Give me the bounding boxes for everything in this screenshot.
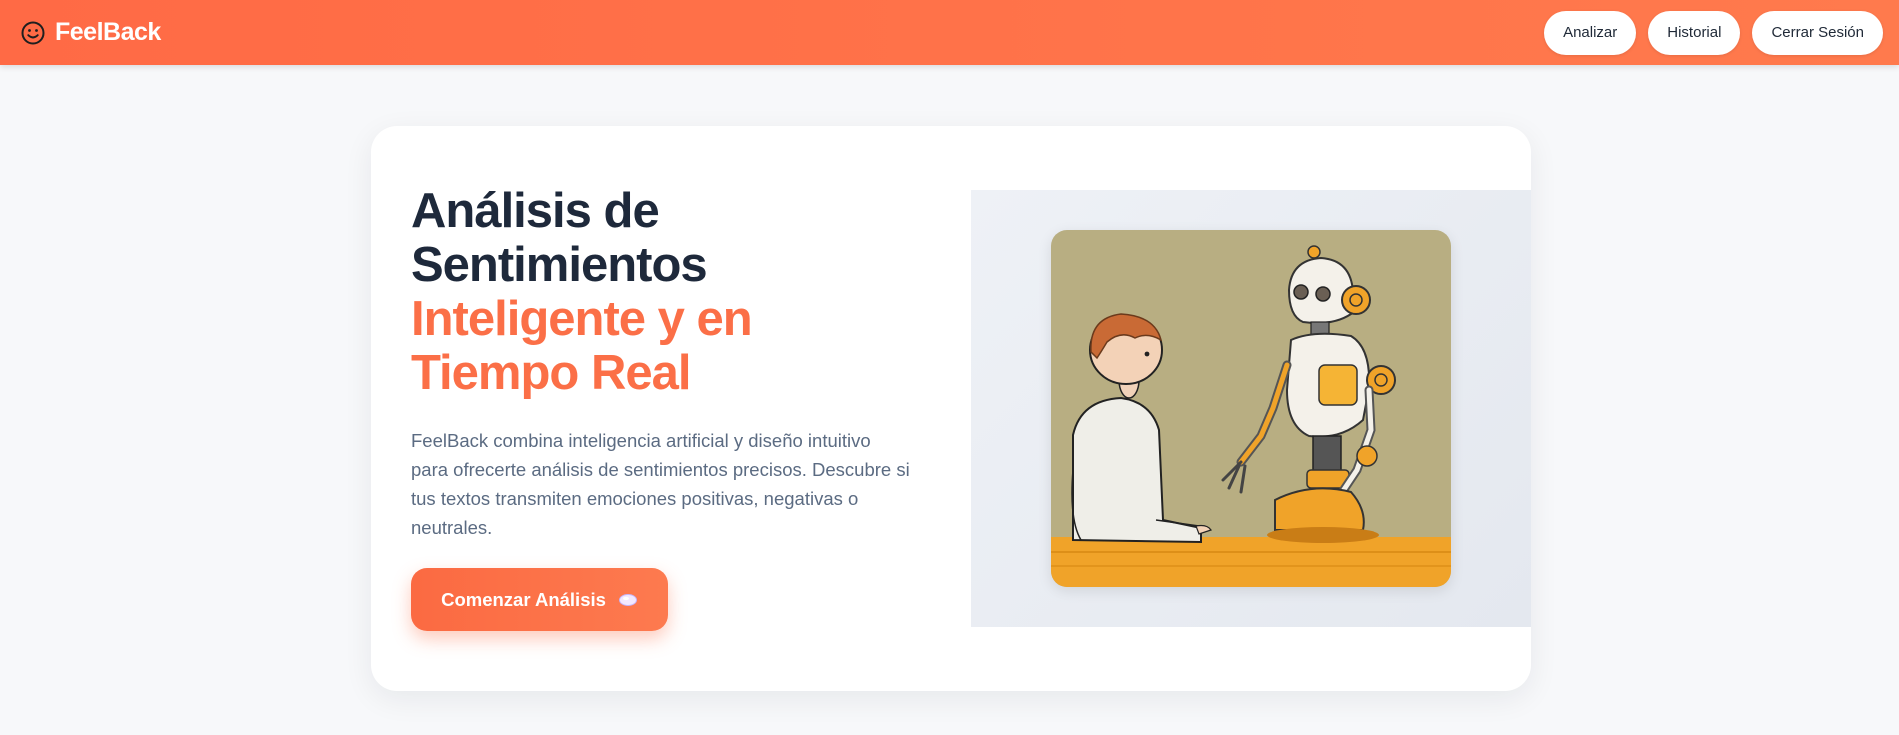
hero-accent-line-1: Inteligente y en [411,292,753,346]
analizar-button[interactable]: Analizar [1544,10,1637,55]
logout-button[interactable]: Cerrar Sesión [1752,10,1883,55]
start-analysis-label: Comenzar Análisis [441,588,606,610]
robot-child-illustration [1051,230,1451,587]
main-nav: Analizar Historial Cerrar Sesión [1544,10,1883,55]
hero-title: Análisis de Sentimientos Inteligente y e… [411,184,931,400]
hero-card: Análisis de Sentimientos Inteligente y e… [371,126,1531,691]
brand[interactable]: FeelBack [20,18,161,47]
brand-name: FeelBack [55,18,161,46]
illustration-panel [971,190,1531,627]
hero-title-line-2: Sentimientos [411,238,708,292]
top-navbar: FeelBack Analizar Historial Cerrar Sesió… [0,0,1899,65]
thought-bubble-icon [618,593,637,606]
historial-button[interactable]: Historial [1648,10,1741,55]
hero-description: FeelBack combina inteligencia artificial… [411,430,910,538]
hero-title-line-1: Análisis de [411,184,660,238]
start-analysis-button[interactable]: Comenzar Análisis [411,568,668,631]
smiley-icon [21,21,45,44]
hero-copy: Análisis de Sentimientos Inteligente y e… [411,184,931,542]
hero-accent-line-2: Tiempo Real [411,346,691,400]
